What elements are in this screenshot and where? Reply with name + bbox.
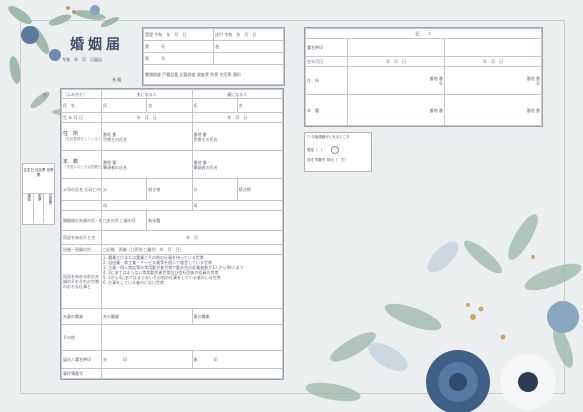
prior-options[interactable]: □初婚 再婚（□死別 □離別 年 月 日） <box>101 244 283 255</box>
name-row-label: 氏 名 <box>61 98 102 113</box>
address-note: （住民登録をしているところ） <box>63 136 102 141</box>
husband-mother[interactable]: 母 <box>101 200 193 211</box>
birth-label: 生 年 月 日 <box>61 112 102 123</box>
husband-given[interactable]: 名 <box>146 98 193 113</box>
witness-1-domicile[interactable]: 番地 番 <box>347 94 445 126</box>
other-field[interactable] <box>101 324 283 351</box>
husband-zokugara[interactable]: 続き柄 <box>146 178 193 201</box>
case-number-label: 事件簿番号 <box>61 368 102 379</box>
wife-father[interactable]: 父 <box>191 178 238 201</box>
side-col: 附票 <box>34 194 45 223</box>
mayor-label: 長 殿 <box>112 77 122 82</box>
witness-table: 証 人 署名押印 生年月日年 月 日年 月 日 住 所番地 番号番地 番号 本 … <box>304 27 543 127</box>
husband-column: 夫になる人 <box>101 89 193 99</box>
side-col: 通知 <box>23 194 34 223</box>
witness-domicile-label: 本 籍 <box>305 94 348 126</box>
side-col: 住民票 <box>49 194 54 205</box>
wife-domicile[interactable]: 番地 番筆頭者の氏名 <box>191 150 283 179</box>
marriage-form-page: 婚姻届 令和 年 月 日届出 長 殿 受理 令和 年 月 日送付 令和 年 月 … <box>0 0 583 412</box>
witness-address-label: 住 所 <box>305 66 348 95</box>
seal-circle-icon <box>330 146 339 154</box>
witness-1-sign[interactable] <box>347 38 445 57</box>
wife-surname[interactable]: 氏 <box>191 98 238 113</box>
domicile-note: （外国人のときは国籍だけを書いてください） <box>63 164 102 169</box>
other-label: その他 <box>61 324 102 351</box>
new-domicile[interactable]: 新本籍 <box>146 210 283 231</box>
sent-label: 送付 令和 年 月 日 <box>213 28 284 41</box>
witness-1-birth[interactable]: 年 月 日 <box>347 56 445 67</box>
wife-job[interactable]: 妻の職業 <box>191 308 283 325</box>
witness-2-sign[interactable] <box>444 38 542 57</box>
parents-label: 父母の氏名 父母との続き柄 <box>61 178 102 201</box>
new-name-options[interactable]: □夫の氏 □妻の氏 <box>100 210 148 231</box>
husband-birth[interactable]: 年 月 日 <box>101 112 193 123</box>
prior-label: 初婚・再婚の別 <box>61 244 102 255</box>
number-label: 第 号 <box>143 40 214 53</box>
job-label: 夫妻の職業 <box>61 308 102 325</box>
start-date-label: 同居を始めたとき <box>61 230 102 245</box>
wife-zokugara[interactable]: 続き柄 <box>236 178 284 201</box>
received-label: 受理 令和 年 月 日 <box>143 28 214 41</box>
occupation-item: 6. 仕事をしている者のいない世帯 <box>103 280 164 285</box>
husband-address[interactable]: 番地 番世帯主の氏名 <box>101 122 193 151</box>
floral-decoration-bottom-right <box>305 214 582 412</box>
case-number-field[interactable] <box>101 368 283 379</box>
start-date-field[interactable]: 年 月 <box>101 230 283 245</box>
contact-home: 自宅 勤務先 呼出（ 方） <box>307 158 348 162</box>
wife-birth[interactable]: 年 月 日 <box>191 112 283 123</box>
registry-side-box: 住定日 住民票 世帯票 通知 附票 住民票 <box>22 163 55 225</box>
witness-sign-label: 署名押印 <box>305 38 348 57</box>
witness-2-address[interactable]: 番地 番号 <box>444 66 542 95</box>
side-label: 住定日 住民票 世帯票 <box>23 164 54 194</box>
wife-mother[interactable]: 母 <box>191 200 283 211</box>
contact-box: ☐ 今後連絡がとれるところ 電話（ ） 自宅 勤務先 呼出（ 方） <box>304 132 372 172</box>
main-form-table: （よみかた） 夫になる人 妻になる人 氏 名氏名氏名 生 年 月 日年 月 日年 月… <box>60 88 284 380</box>
contact-phone[interactable]: 電話（ ） <box>307 148 325 152</box>
wife-column: 妻になる人 <box>191 89 283 99</box>
wife-given[interactable]: 名 <box>236 98 284 113</box>
occupation-list[interactable]: 1. 農業だけまたは農業とその他の仕事を持っている世帯 2. 自由業・商工業・サ… <box>101 254 283 309</box>
husband-domicile[interactable]: 番地 番筆頭者の氏名 <box>101 150 193 179</box>
form-title: 婚姻届 <box>70 37 124 53</box>
wife-address[interactable]: 番地 番世帯主の氏名 <box>191 122 283 151</box>
witness-2-birth[interactable]: 年 月 日 <box>444 56 542 67</box>
husband-father[interactable]: 父 <box>100 178 148 201</box>
husband-job[interactable]: 夫の職業 <box>101 308 193 325</box>
number-label-2: 第 号 <box>143 52 214 65</box>
long-label: 長 <box>213 40 284 53</box>
new-name-label: 婚姻後の夫婦の氏・新しい本籍 <box>61 210 102 231</box>
wife-signature[interactable]: 妻 印 <box>191 350 283 369</box>
contact-title: ☐ 今後連絡がとれるところ <box>307 135 350 139</box>
husband-signature[interactable]: 夫 印 <box>101 350 193 369</box>
signer-label: 届出人署名押印 <box>61 350 102 369</box>
witness-1-address[interactable]: 番地 番号 <box>347 66 445 95</box>
husband-surname[interactable]: 氏 <box>100 98 148 113</box>
flower-icon <box>21 26 39 44</box>
furigana-label: （よみかた） <box>61 89 102 99</box>
occupation-label: 同居を始める前の夫婦のそれぞれの世帯のおもな仕事と <box>61 254 102 309</box>
witness-birth-label: 生年月日 <box>305 56 348 67</box>
witness-2-domicile[interactable]: 番地 番 <box>444 94 542 126</box>
check-cells: 書類調査 戸籍記載 記載調査 調査票 附票 住民票 通知 <box>143 64 284 85</box>
witness-header: 証 人 <box>305 28 542 39</box>
reception-box: 受理 令和 年 月 日送付 令和 年 月 日 第 号長 第 号 書類調査 戸籍記… <box>142 27 285 86</box>
submit-date: 令和 年 月 日届出 <box>62 57 102 62</box>
